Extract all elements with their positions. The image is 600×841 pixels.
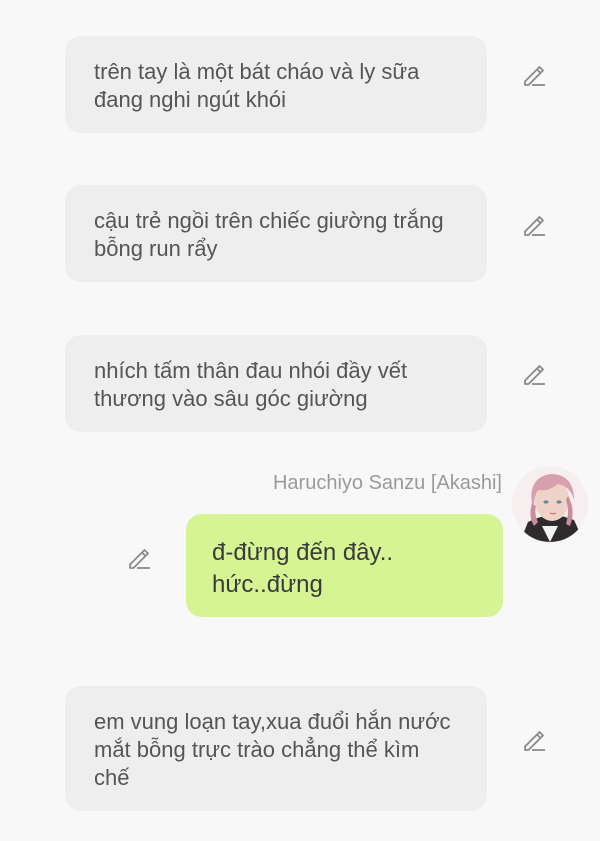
- pencil-icon: [524, 365, 545, 385]
- narration-text: nhích tấm thân đau nhói đầy vết thương v…: [94, 358, 408, 411]
- character-avatar-icon: [512, 466, 588, 542]
- edit-icon[interactable]: [521, 212, 547, 238]
- character-text: đ-đừng đến đây.. hức..đừng: [212, 539, 394, 598]
- character-name: Haruchiyo Sanzu [Akashi]: [272, 472, 502, 494]
- narration-text: cậu trẻ ngồi trên chiếc giường trắng bỗn…: [94, 208, 444, 261]
- pencil-icon: [129, 549, 150, 569]
- narration-bubble: cậu trẻ ngồi trên chiếc giường trắng bỗn…: [65, 185, 487, 282]
- narration-bubble: trên tay là một bát cháo và ly sữa đang …: [65, 36, 487, 133]
- narration-text: em vung loạn tay,xua đuổi hắn nước mắt b…: [94, 709, 451, 790]
- character-bubble: đ-đừng đến đây.. hức..đừng: [186, 514, 503, 617]
- edit-icon[interactable]: [521, 361, 547, 387]
- edit-icon[interactable]: [521, 62, 547, 88]
- pencil-icon: [524, 731, 545, 751]
- narration-bubble: nhích tấm thân đau nhói đầy vết thương v…: [65, 335, 487, 432]
- narration-bubble: em vung loạn tay,xua đuổi hắn nước mắt b…: [65, 686, 487, 811]
- edit-icon[interactable]: [126, 545, 152, 571]
- pencil-icon: [524, 216, 545, 236]
- avatar[interactable]: [512, 466, 588, 542]
- narration-text: trên tay là một bát cháo và ly sữa đang …: [94, 59, 420, 112]
- pencil-icon: [524, 66, 545, 86]
- edit-icon[interactable]: [521, 727, 547, 753]
